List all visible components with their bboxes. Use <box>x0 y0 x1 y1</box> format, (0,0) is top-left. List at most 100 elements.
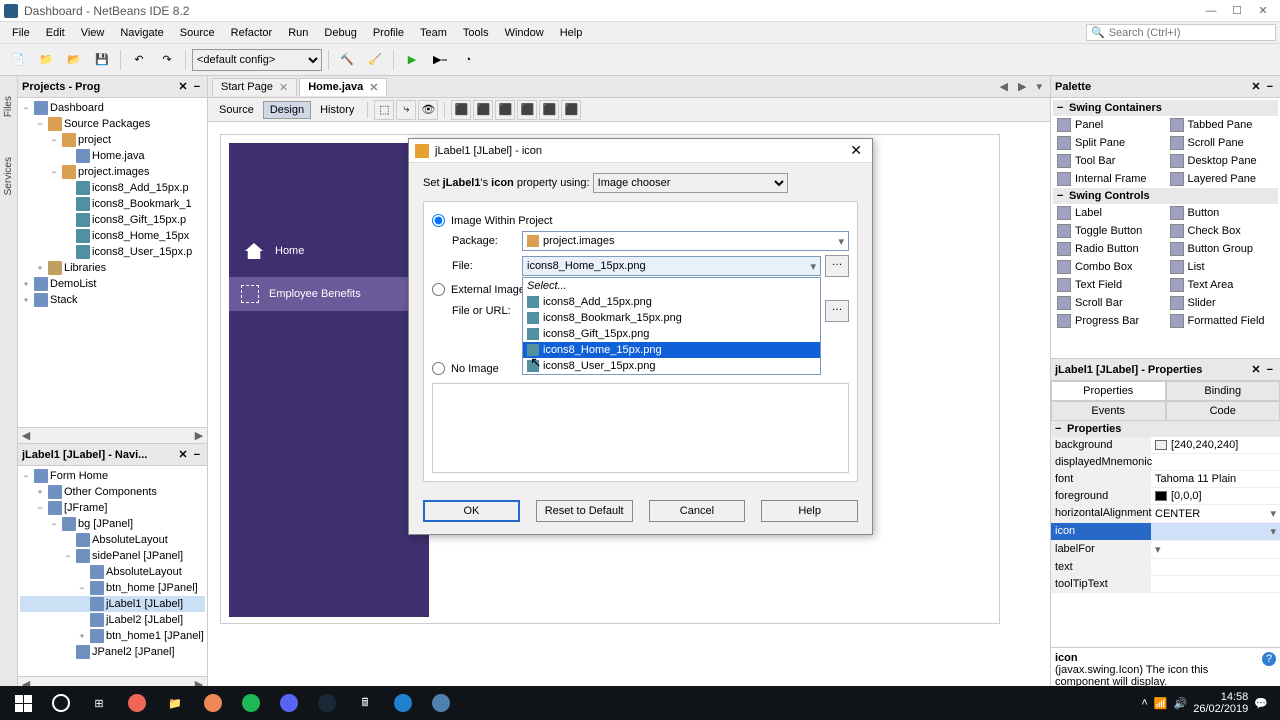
scroll-left-icon[interactable]: ◀ <box>18 429 34 442</box>
props-section[interactable]: −Properties <box>1051 421 1280 437</box>
menu-view[interactable]: View <box>73 25 113 41</box>
palette-close-icon[interactable]: ✕ <box>1248 80 1263 93</box>
tree-node[interactable]: −Form Home <box>20 468 205 484</box>
palette-item[interactable]: Layered Pane <box>1166 170 1279 188</box>
wifi-icon[interactable]: 📶 <box>1154 697 1168 710</box>
minimize-button[interactable]: — <box>1198 1 1224 21</box>
align-right-icon[interactable]: ⬛ <box>495 100 515 120</box>
props-tab-code[interactable]: Code <box>1166 401 1280 421</box>
palette-item[interactable]: Slider <box>1166 294 1279 312</box>
clean-build-button[interactable]: 🧹 <box>363 48 387 72</box>
run-button[interactable]: ▶ <box>400 48 424 72</box>
palette-item[interactable]: Scroll Bar <box>1053 294 1166 312</box>
tree-node[interactable]: jLabel2 [JLabel] <box>20 612 205 628</box>
connection-mode-icon[interactable]: ⤷ <box>396 100 416 120</box>
menu-navigate[interactable]: Navigate <box>112 25 171 41</box>
dropdown-item[interactable]: icons8_Add_15px.png <box>523 294 820 310</box>
menu-profile[interactable]: Profile <box>365 25 412 41</box>
palette-item[interactable]: List <box>1166 258 1279 276</box>
properties-minimize-icon[interactable]: − <box>1264 364 1276 376</box>
palette-item[interactable]: Split Pane <box>1053 134 1166 152</box>
btn-home[interactable]: Home <box>229 233 429 269</box>
navigator-close-icon[interactable]: ✕ <box>175 448 190 461</box>
task-view-icon[interactable]: ⊞ <box>80 688 118 718</box>
align-center-icon[interactable]: ⬛ <box>473 100 493 120</box>
tab-prev-icon[interactable]: ◀ <box>996 80 1012 93</box>
tree-node[interactable]: −sidePanel [JPanel] <box>20 548 205 564</box>
view-history[interactable]: History <box>313 101 361 119</box>
palette-item[interactable]: Formatted Field <box>1166 312 1279 330</box>
props-tab-binding[interactable]: Binding <box>1166 381 1280 401</box>
property-row[interactable]: labelFor▾ <box>1051 541 1280 559</box>
scroll-right-icon[interactable]: ▶ <box>191 429 207 442</box>
taskbar-app[interactable] <box>384 688 422 718</box>
property-row[interactable]: text <box>1051 559 1280 576</box>
tab-home-java[interactable]: Home.java ✕ <box>299 78 387 96</box>
align-left-icon[interactable]: ⬛ <box>451 100 471 120</box>
palette-item[interactable]: Combo Box <box>1053 258 1166 276</box>
palette-item[interactable]: Scroll Pane <box>1166 134 1279 152</box>
align-bottom-icon[interactable]: ⬛ <box>561 100 581 120</box>
help-search[interactable]: 🔍 <box>1086 24 1276 41</box>
tree-node[interactable]: AbsoluteLayout <box>20 564 205 580</box>
tree-node[interactable]: icons8_User_15px.p <box>20 244 205 260</box>
profile-button[interactable]: ◔ <box>456 48 480 72</box>
properties-close-icon[interactable]: ✕ <box>1248 363 1263 376</box>
tree-node[interactable]: −project <box>20 132 205 148</box>
config-select[interactable]: <default config> <box>192 49 322 71</box>
property-row[interactable]: horizontalAlignmentCENTER▾ <box>1051 505 1280 523</box>
taskbar-app[interactable] <box>118 688 156 718</box>
projects-close-icon[interactable]: ✕ <box>175 80 190 93</box>
menu-edit[interactable]: Edit <box>38 25 73 41</box>
maximize-button[interactable]: ☐ <box>1224 1 1250 21</box>
system-tray[interactable]: ˄ 📶 🔊 14:58 26/02/2019 💬 <box>1141 691 1276 715</box>
projects-minimize-icon[interactable]: − <box>191 81 203 93</box>
selection-mode-icon[interactable]: ⬚ <box>374 100 394 120</box>
radio-image-within-project[interactable] <box>432 214 445 227</box>
package-combo[interactable]: project.images ▾ <box>522 231 849 251</box>
btn-benefits[interactable]: Employee Benefits <box>229 277 429 311</box>
tab-start-page[interactable]: Start Page ✕ <box>212 78 297 96</box>
tab-next-icon[interactable]: ▶ <box>1014 80 1030 93</box>
property-row[interactable]: background[240,240,240] <box>1051 437 1280 454</box>
palette-item[interactable]: Progress Bar <box>1053 312 1166 330</box>
palette-group[interactable]: −Swing Containers <box>1053 100 1278 116</box>
netbeans-taskbar-icon[interactable] <box>422 688 460 718</box>
volume-icon[interactable]: 🔊 <box>1174 697 1188 710</box>
palette-item[interactable]: Toggle Button <box>1053 222 1166 240</box>
palette-minimize-icon[interactable]: − <box>1264 81 1276 93</box>
menu-file[interactable]: File <box>4 25 38 41</box>
radio-external-image[interactable] <box>432 283 445 296</box>
menu-debug[interactable]: Debug <box>316 25 364 41</box>
tree-node[interactable]: +btn_home1 [JPanel] <box>20 628 205 644</box>
palette[interactable]: −Swing ContainersPanelTabbed PaneSplit P… <box>1051 98 1280 358</box>
palette-item[interactable]: Check Box <box>1166 222 1279 240</box>
dropdown-item[interactable]: icons8_User_15px.png <box>523 358 820 374</box>
file-combo[interactable]: icons8_Home_15px.png ▾ Select...icons8_A… <box>522 256 821 276</box>
preview-icon[interactable]: 👁 <box>418 100 438 120</box>
tree-node[interactable]: icons8_Gift_15px.p <box>20 212 205 228</box>
view-source[interactable]: Source <box>212 101 261 119</box>
align-middle-icon[interactable]: ⬛ <box>539 100 559 120</box>
start-button[interactable] <box>4 688 42 718</box>
discord-icon[interactable] <box>270 688 308 718</box>
tray-chevron-icon[interactable]: ˄ <box>1141 697 1147 709</box>
projects-tree[interactable]: −Dashboard−Source Packages−projectHome.j… <box>18 98 207 427</box>
menu-help[interactable]: Help <box>552 25 591 41</box>
browse-url-button[interactable]: … <box>825 300 849 322</box>
tree-node[interactable]: −btn_home [JPanel] <box>20 580 205 596</box>
palette-item[interactable]: Panel <box>1053 116 1166 134</box>
dropdown-item[interactable]: icons8_Bookmark_15px.png <box>523 310 820 326</box>
palette-item[interactable]: Button <box>1166 204 1279 222</box>
palette-item[interactable]: Label <box>1053 204 1166 222</box>
property-row[interactable]: fontTahoma 11 Plain <box>1051 471 1280 488</box>
help-search-input[interactable] <box>1109 27 1271 39</box>
palette-item[interactable]: Text Area <box>1166 276 1279 294</box>
menu-refactor[interactable]: Refactor <box>223 25 281 41</box>
palette-item[interactable]: Desktop Pane <box>1166 152 1279 170</box>
tree-node[interactable]: −Source Packages <box>20 116 205 132</box>
save-all-button[interactable]: 💾 <box>90 48 114 72</box>
browse-file-button[interactable]: … <box>825 255 849 277</box>
tree-node[interactable]: +Other Components <box>20 484 205 500</box>
file-explorer-icon[interactable]: 📁 <box>156 688 194 718</box>
